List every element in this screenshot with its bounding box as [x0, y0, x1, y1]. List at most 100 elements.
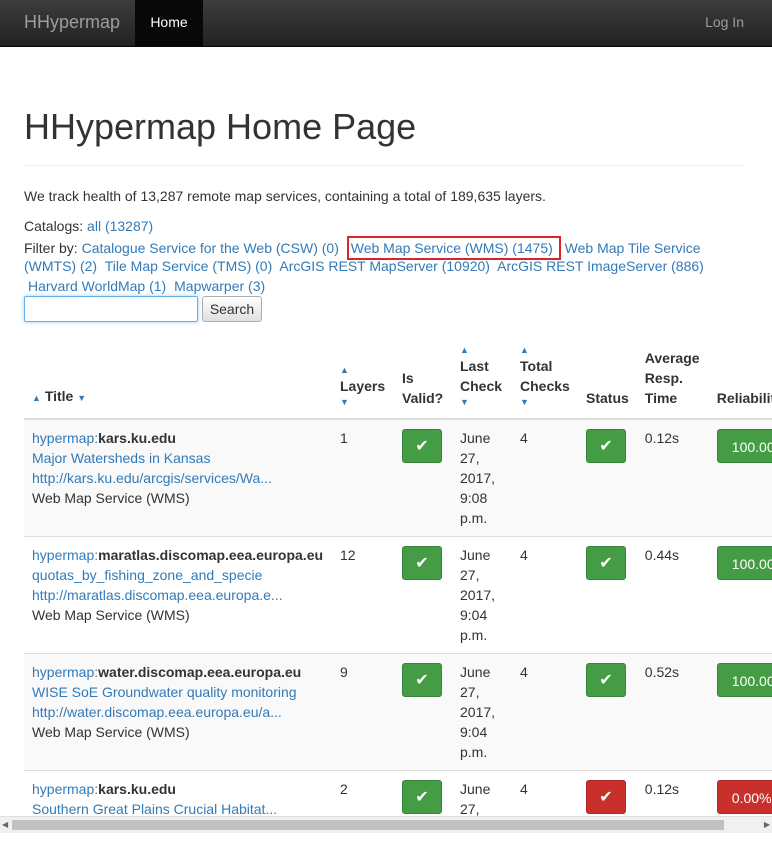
cell-last-check: June 27, 2017, 9:04 p.m.: [452, 536, 512, 654]
row-name-link[interactable]: Southern Great Plains Crucial Habitat...: [32, 801, 277, 816]
row-name-link[interactable]: Major Watersheds in Kansas: [32, 450, 210, 466]
cell-reliability: 100.00%: [708, 536, 772, 654]
header-layers-label[interactable]: Layers: [340, 378, 385, 394]
catalog-all-link[interactable]: all (13287): [87, 218, 153, 234]
filter-line-1: Filter by: Catalogue Service for the Web…: [24, 236, 705, 260]
check-date-part: 27,: [460, 801, 480, 816]
cell-layers: 9: [332, 653, 394, 771]
horizontal-scrollbar[interactable]: ◀ ▶: [0, 816, 772, 833]
filter-worldmap-link[interactable]: Harvard WorldMap (1): [28, 278, 166, 294]
check-date-part: p.m.: [460, 627, 488, 643]
search-button[interactable]: Search: [202, 296, 262, 322]
search-input[interactable]: [24, 296, 198, 322]
login-link[interactable]: Log In: [705, 14, 744, 30]
sort-down-icon[interactable]: ▼: [77, 393, 86, 403]
filter-wmts-link-cont[interactable]: (WMTS) (2): [24, 258, 97, 274]
row-host: kars.ku.edu: [98, 430, 176, 446]
scroll-right-icon[interactable]: ▶: [764, 820, 770, 829]
cross-icon[interactable]: ✔: [586, 780, 626, 814]
check-icon[interactable]: ✔: [402, 429, 442, 463]
filter-label: Filter by:: [24, 240, 78, 256]
cell-layers: 1: [332, 418, 394, 537]
table-row: hypermap:maratlas.discomap.eea.europa.eu…: [24, 536, 772, 654]
divider: [24, 165, 744, 166]
sort-down-icon[interactable]: ▼: [520, 396, 570, 408]
row-prefix-link[interactable]: hypermap:: [32, 430, 98, 446]
cell-title: hypermap:maratlas.discomap.eea.europa.eu…: [24, 536, 332, 654]
cell-status: ✔: [578, 536, 637, 654]
header-resp-line1: Average: [644, 350, 700, 366]
header-check-line1[interactable]: Last: [460, 358, 489, 374]
nav-home[interactable]: Home: [135, 0, 203, 47]
sort-down-icon[interactable]: ▼: [460, 396, 504, 408]
filter-arcgis-map-link[interactable]: ArcGIS REST MapServer (10920): [279, 258, 490, 274]
header-total-line1[interactable]: Total: [520, 358, 552, 374]
cell-status: ✔: [578, 770, 637, 816]
header-resp-time: Average Resp. Time: [636, 340, 709, 420]
reliability-badge[interactable]: 100.00%: [716, 429, 772, 463]
header-status: Status: [578, 340, 637, 420]
filter-wmts-link[interactable]: Web Map Tile Service: [565, 240, 701, 256]
reliability-badge[interactable]: 0.00%: [716, 780, 772, 814]
check-date-part: 2017,: [460, 470, 496, 486]
filter-arcgis-image-link[interactable]: ArcGIS REST ImageServer (886): [497, 258, 704, 274]
cell-resp-time: 0.12s: [636, 418, 709, 537]
cell-status: ✔: [578, 653, 637, 771]
row-host: water.discomap.eea.europa.eu: [98, 664, 302, 680]
row-prefix-link[interactable]: hypermap:: [32, 781, 98, 797]
sort-up-icon[interactable]: ▲: [32, 393, 41, 403]
header-check-line2[interactable]: Check: [460, 378, 502, 394]
check-icon[interactable]: ✔: [402, 663, 442, 697]
header-total-line2[interactable]: Checks: [520, 378, 570, 394]
header-reliability: Reliability: [708, 340, 772, 420]
row-prefix-link[interactable]: hypermap:: [32, 547, 98, 563]
header-title-label[interactable]: Title: [45, 388, 74, 404]
check-date-part: p.m.: [460, 744, 488, 760]
scrollbar-thumb[interactable]: [12, 820, 724, 830]
filter-wms-link[interactable]: Web Map Service (WMS) (1475): [351, 240, 553, 256]
row-url-link[interactable]: http://kars.ku.edu/arcgis/services/Wa...: [32, 470, 272, 486]
check-date-part: 2017,: [460, 704, 496, 720]
services-table-wrap: ▲ Title ▼ ▲ Layers ▼ Is Valid? ▲ Last Ch…: [24, 340, 772, 816]
check-date-part: 27,: [460, 684, 480, 700]
brand-link[interactable]: HHypermap: [24, 12, 120, 33]
check-date-part: 9:04: [460, 724, 488, 740]
reliability-badge[interactable]: 100.00%: [716, 663, 772, 697]
cell-valid: ✔: [394, 536, 452, 654]
cell-reliability: 100.00%: [708, 418, 772, 537]
check-icon[interactable]: ✔: [586, 546, 626, 580]
check-icon[interactable]: ✔: [402, 546, 442, 580]
row-prefix-link[interactable]: hypermap:: [32, 664, 98, 680]
row-host: maratlas.discomap.eea.europa.eu: [98, 547, 324, 563]
header-resp-line3: Time: [644, 390, 678, 406]
filter-mapwarper-link[interactable]: Mapwarper (3): [174, 278, 265, 294]
table-row: hypermap:kars.ku.edu Major Watersheds in…: [24, 418, 772, 537]
row-name-link[interactable]: WISE SoE Groundwater quality monitoring: [32, 684, 297, 700]
row-url-link[interactable]: http://maratlas.discomap.eea.europa.e...: [32, 587, 283, 603]
cell-valid: ✔: [394, 653, 452, 771]
sort-up-icon[interactable]: ▲: [340, 364, 386, 376]
sort-up-icon[interactable]: ▲: [460, 344, 504, 356]
header-total-checks: ▲ Total Checks ▼: [512, 340, 578, 420]
table-row: hypermap:kars.ku.edu Southern Great Plai…: [24, 770, 772, 816]
cell-layers: 2: [332, 770, 394, 816]
cell-layers: 12: [332, 536, 394, 654]
filter-wms-highlight: Web Map Service (WMS) (1475): [346, 236, 561, 260]
row-name-link[interactable]: quotas_by_fishing_zone_and_specie: [32, 567, 262, 583]
row-url-link[interactable]: http://water.discomap.eea.europa.eu/a...: [32, 704, 282, 720]
check-icon[interactable]: ✔: [402, 780, 442, 814]
filter-csw-link[interactable]: Catalogue Service for the Web (CSW) (0): [82, 240, 339, 256]
header-valid-line2: Valid?: [402, 390, 444, 406]
cell-title: hypermap:water.discomap.eea.europa.eu WI…: [24, 653, 332, 771]
header-valid-line1: Is: [402, 370, 414, 386]
scroll-left-icon[interactable]: ◀: [2, 820, 8, 829]
sort-up-icon[interactable]: ▲: [520, 344, 570, 356]
check-icon[interactable]: ✔: [586, 429, 626, 463]
filter-tms-link[interactable]: Tile Map Service (TMS) (0): [105, 258, 273, 274]
check-date-part: June: [460, 430, 491, 446]
reliability-badge[interactable]: 100.00%: [716, 546, 772, 580]
header-last-check: ▲ Last Check ▼: [452, 340, 512, 420]
sort-down-icon[interactable]: ▼: [340, 396, 386, 408]
check-icon[interactable]: ✔: [586, 663, 626, 697]
check-date-part: 2017,: [460, 587, 496, 603]
